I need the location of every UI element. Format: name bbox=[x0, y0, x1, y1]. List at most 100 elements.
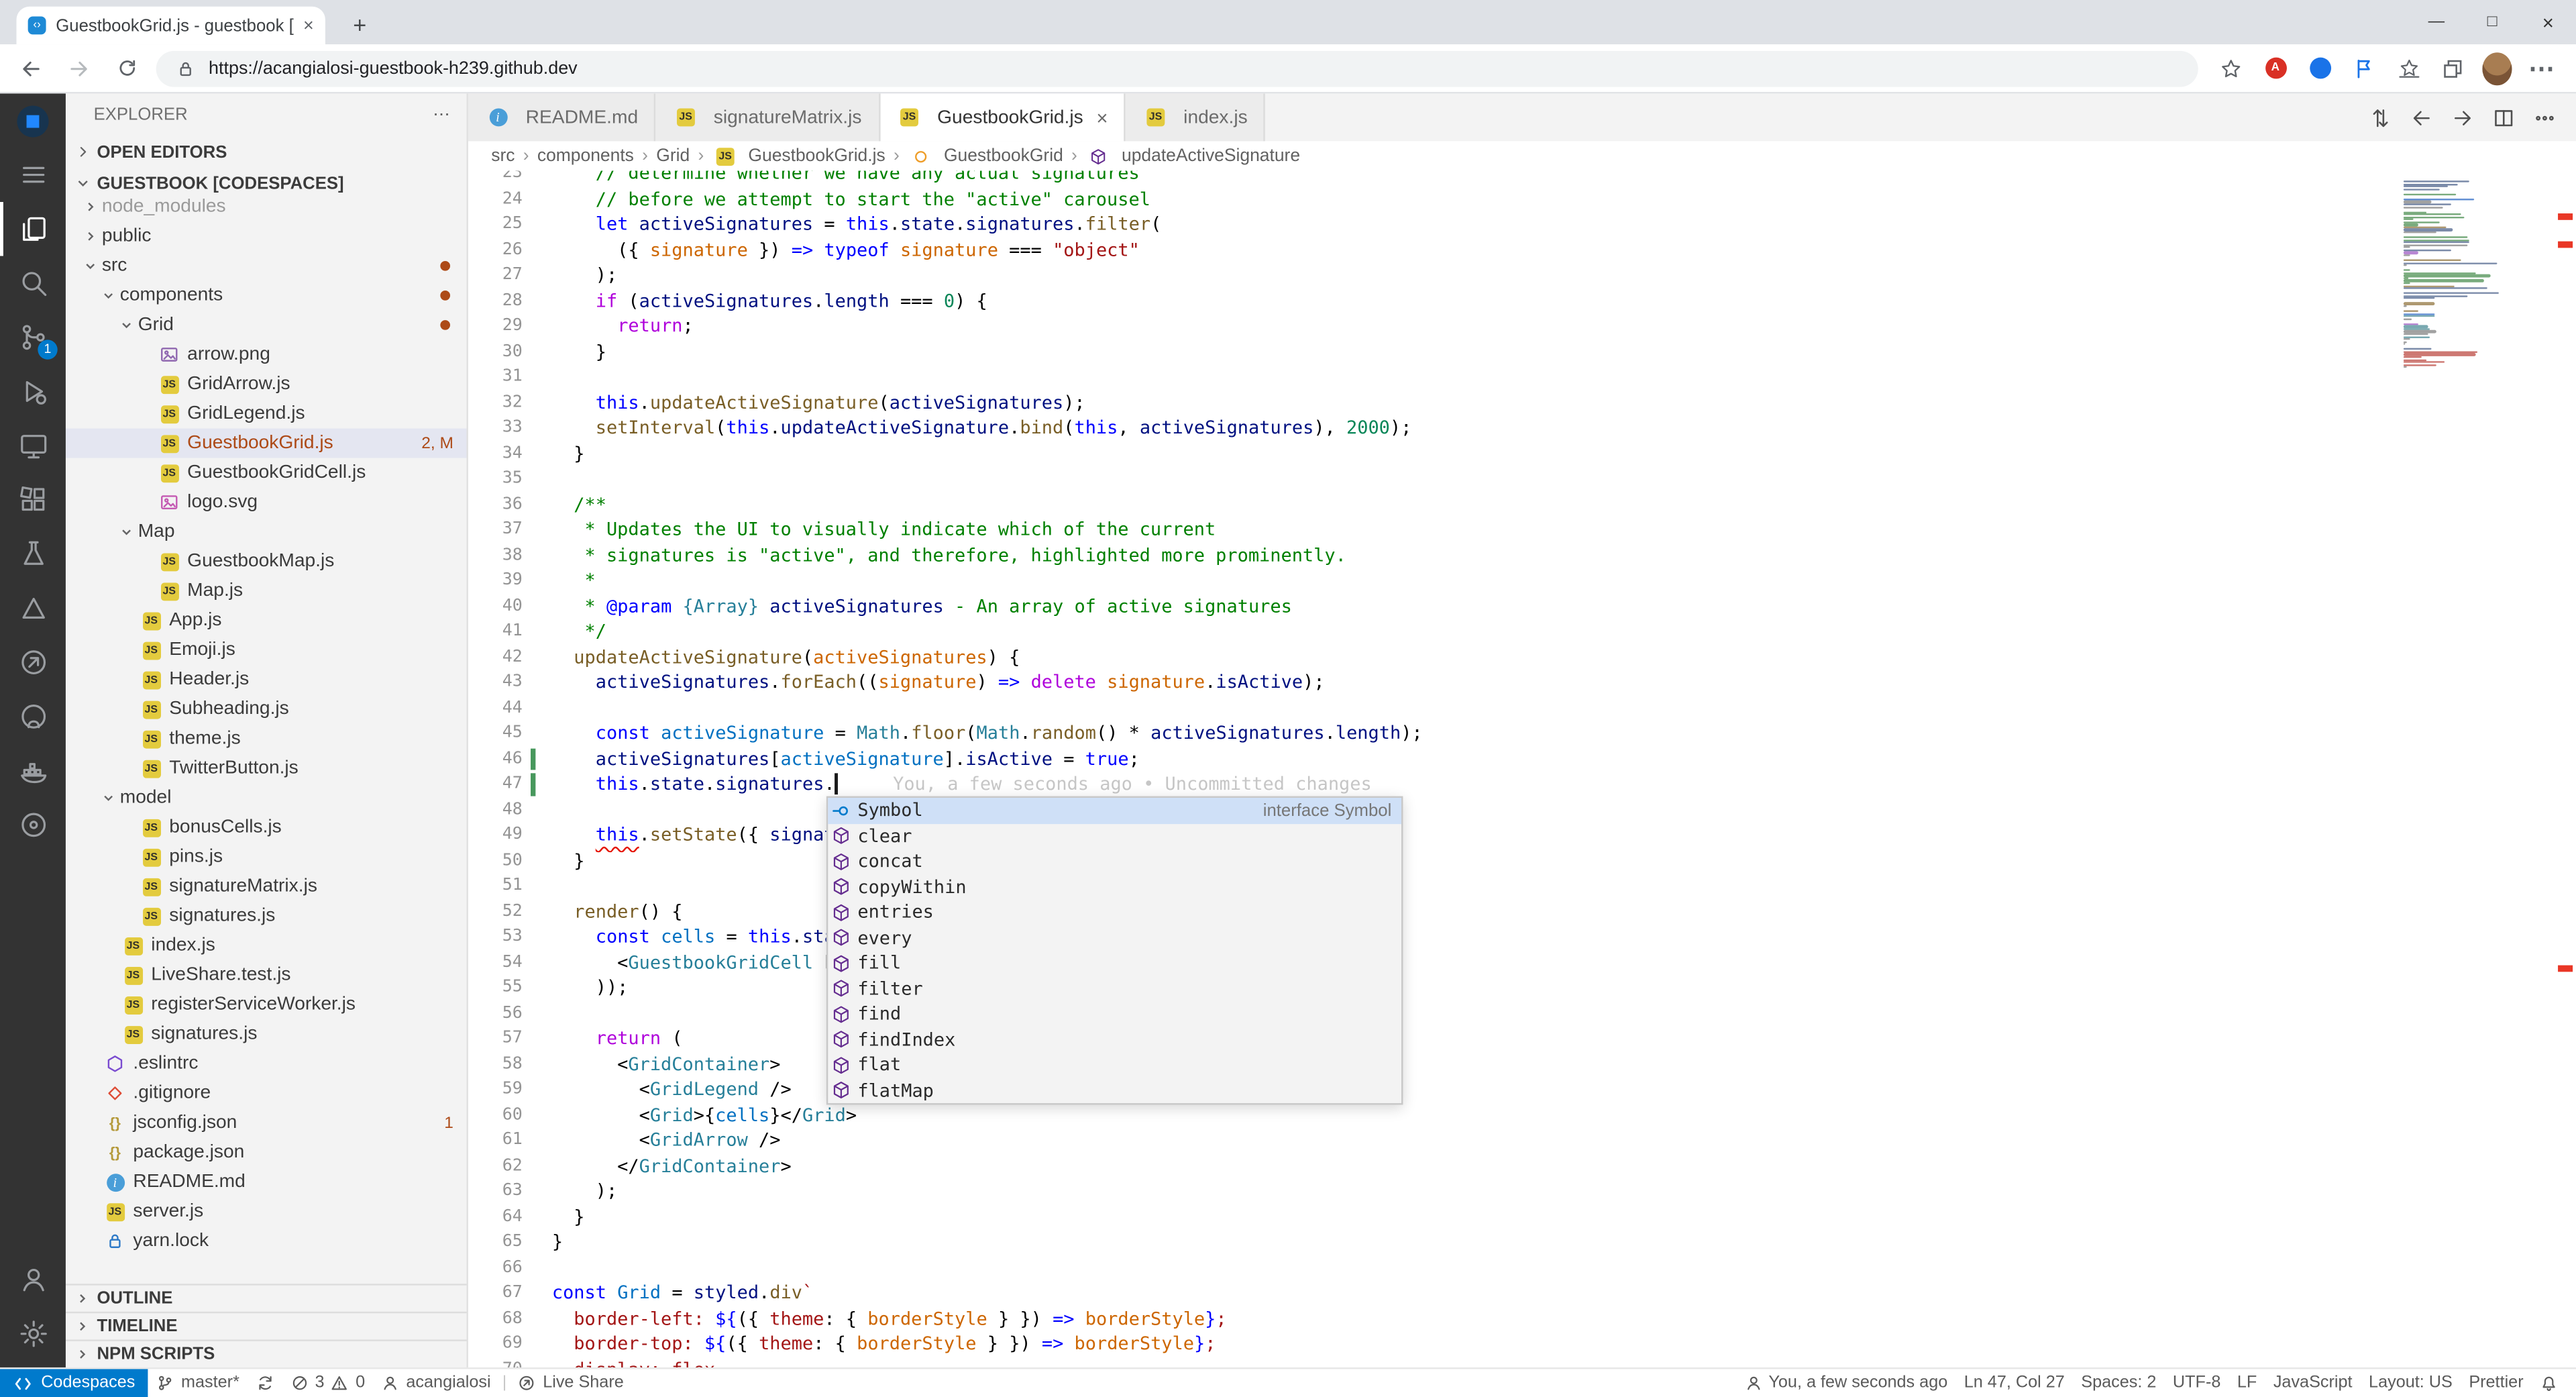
code-line[interactable]: 68 border-left: ${({ theme: { borderStyl… bbox=[468, 1306, 2396, 1331]
code-line[interactable]: 37 * Updates the UI to visually indicate… bbox=[468, 517, 2396, 543]
keyboard-layout[interactable]: Layout: US bbox=[2361, 1369, 2461, 1397]
azure-icon[interactable] bbox=[0, 581, 66, 635]
minimap[interactable] bbox=[2395, 170, 2553, 1367]
suggestion-fill[interactable]: fill bbox=[828, 951, 1401, 976]
suggestion-clear[interactable]: clear bbox=[828, 823, 1401, 849]
code-line[interactable]: 24 // before we attempt to start the "ac… bbox=[468, 187, 2396, 212]
suggestion-concat[interactable]: concat bbox=[828, 849, 1401, 874]
forward-icon[interactable] bbox=[61, 50, 97, 87]
code-line[interactable]: 41 */ bbox=[468, 619, 2396, 644]
ports-icon[interactable] bbox=[0, 798, 66, 852]
workspace-section[interactable]: GUESTBOOK [CODESPACES] bbox=[65, 167, 467, 199]
test-explorer-icon[interactable] bbox=[0, 527, 66, 581]
suggestion-every[interactable]: every bbox=[828, 925, 1401, 951]
new-tab-button[interactable]: + bbox=[341, 8, 378, 41]
code-line[interactable]: 70 display: flex bbox=[468, 1357, 2396, 1367]
tree-item-.eslintrc[interactable]: .eslintrc bbox=[66, 1049, 467, 1078]
code-line[interactable]: 69 border-top: ${({ theme: { borderStyle… bbox=[468, 1331, 2396, 1357]
tab-GuestbookGrid.js[interactable]: JS GuestbookGrid.js × bbox=[879, 93, 1126, 142]
explorer-icon[interactable] bbox=[0, 202, 66, 256]
code-line[interactable]: 67 const Grid = styled.div` bbox=[468, 1280, 2396, 1306]
tree-item-Grid[interactable]: Grid bbox=[66, 310, 467, 340]
tree-item-model[interactable]: model bbox=[66, 783, 467, 813]
code-line[interactable]: 55 )); bbox=[468, 975, 2396, 1000]
code-line[interactable]: 36 /** bbox=[468, 492, 2396, 517]
code-line[interactable]: 57 return ( bbox=[468, 1026, 2396, 1051]
tab-close-icon[interactable]: × bbox=[303, 15, 314, 35]
code-line[interactable]: 46 activeSignatures[activeSignature].isA… bbox=[468, 746, 2396, 772]
breadcrumb-item-src[interactable]: src bbox=[491, 146, 515, 166]
code-line[interactable]: 61 <GridArrow /> bbox=[468, 1128, 2396, 1153]
code-line[interactable]: 54 <GuestbookGridCell k bbox=[468, 949, 2396, 975]
suggestion-findIndex[interactable]: findIndex bbox=[828, 1027, 1401, 1052]
settings-gear-icon[interactable] bbox=[0, 1306, 66, 1361]
code-line[interactable]: 60 <Grid>{cells}</Grid> bbox=[468, 1102, 2396, 1128]
sidebar-section-npm-scripts[interactable]: NPM SCRIPTS bbox=[65, 1339, 467, 1367]
tree-item-src[interactable]: src bbox=[66, 251, 467, 280]
remote-explorer-icon[interactable] bbox=[0, 419, 66, 473]
code-line[interactable]: 28 if (activeSignatures.length === 0) { bbox=[468, 288, 2396, 313]
tree-item-signatures.js[interactable]: JS signatures.js bbox=[66, 1019, 467, 1049]
tree-item-LiveShare.test.js[interactable]: JS LiveShare.test.js bbox=[66, 960, 467, 990]
tree-item-signatureMatrix.js[interactable]: JS signatureMatrix.js bbox=[66, 872, 467, 901]
extensions-icon[interactable] bbox=[0, 473, 66, 527]
tree-item-Map.js[interactable]: JS Map.js bbox=[66, 576, 467, 606]
code-line[interactable]: 48 bbox=[468, 797, 2396, 823]
site-info-lock-icon[interactable] bbox=[176, 58, 195, 78]
code-line[interactable]: 40 * @param {Array} activeSignatures - A… bbox=[468, 593, 2396, 619]
code-line[interactable]: 43 activeSignatures.forEach((signature) … bbox=[468, 670, 2396, 695]
user-status[interactable]: acangialosi bbox=[373, 1369, 498, 1397]
address-bar[interactable]: https://acangialosi-guestbook-h239.githu… bbox=[156, 50, 2198, 87]
tree-item-signatures.js[interactable]: JS signatures.js bbox=[66, 901, 467, 931]
tree-item-pins.js[interactable]: JS pins.js bbox=[66, 842, 467, 872]
browser-menu-icon[interactable]: ⋯ bbox=[2527, 54, 2557, 83]
docker-icon[interactable] bbox=[0, 743, 66, 798]
code-line[interactable]: 52 render() { bbox=[468, 898, 2396, 924]
code-line[interactable]: 51 bbox=[468, 874, 2396, 899]
code-line[interactable]: 34 } bbox=[468, 441, 2396, 466]
profile-avatar[interactable] bbox=[2482, 52, 2512, 85]
vertical-scrollbar[interactable] bbox=[2553, 170, 2576, 1367]
code-line[interactable]: 38 * signatures is "active", and therefo… bbox=[468, 543, 2396, 568]
breadcrumb-item-GuestbookGrid.js[interactable]: JS GuestbookGrid.js bbox=[712, 144, 885, 167]
code-line[interactable]: 30 } bbox=[468, 339, 2396, 364]
run-debug-icon[interactable] bbox=[0, 364, 66, 419]
suggestion-filter[interactable]: filter bbox=[828, 976, 1401, 1001]
codespaces-logo-icon[interactable] bbox=[0, 93, 66, 148]
tree-item-index.js[interactable]: JS index.js bbox=[66, 931, 467, 960]
eol[interactable]: LF bbox=[2229, 1369, 2265, 1397]
tree-item-bonusCells.js[interactable]: JS bonusCells.js bbox=[66, 813, 467, 842]
open-changes-icon[interactable] bbox=[2369, 106, 2392, 129]
code-line[interactable]: 65} bbox=[468, 1229, 2396, 1255]
live-share-icon[interactable] bbox=[0, 635, 66, 690]
favorites-star-icon[interactable] bbox=[2216, 54, 2246, 83]
suggestion-find[interactable]: find bbox=[828, 1001, 1401, 1027]
blue-extension-icon[interactable] bbox=[2305, 54, 2334, 83]
language-mode[interactable]: JavaScript bbox=[2265, 1369, 2361, 1397]
sidebar-section-outline[interactable]: OUTLINE bbox=[65, 1284, 467, 1312]
tree-item-server.js[interactable]: JS server.js bbox=[66, 1197, 467, 1227]
github-icon[interactable] bbox=[0, 690, 66, 744]
breadcrumb-item-GuestbookGrid[interactable]: GuestbookGrid bbox=[908, 144, 1063, 167]
flag-extension-icon[interactable] bbox=[2349, 54, 2379, 83]
code-line[interactable]: 45 const activeSignature = Math.floor(Ma… bbox=[468, 721, 2396, 746]
tree-item-Map[interactable]: Map bbox=[66, 517, 467, 547]
tree-item-Header.js[interactable]: JS Header.js bbox=[66, 665, 467, 694]
code-line[interactable]: 56 bbox=[468, 1000, 2396, 1026]
tree-item-public[interactable]: public bbox=[66, 221, 467, 251]
tree-item-GuestbookGridCell.js[interactable]: JS GuestbookGridCell.js bbox=[66, 458, 467, 488]
suggestion-flat[interactable]: flat bbox=[828, 1052, 1401, 1078]
search-icon[interactable] bbox=[0, 256, 66, 311]
breadcrumb-item-components[interactable]: components bbox=[537, 146, 634, 166]
favorites-bar-icon[interactable] bbox=[2394, 54, 2423, 83]
source-control-icon[interactable]: 1 bbox=[0, 310, 66, 364]
tree-item-components[interactable]: components bbox=[66, 280, 467, 310]
code-line[interactable]: 58 <GridContainer> bbox=[468, 1051, 2396, 1077]
suggestion-Symbol[interactable]: Symbol interface Symbol bbox=[828, 798, 1401, 823]
tree-item-TwitterButton.js[interactable]: JS TwitterButton.js bbox=[66, 754, 467, 783]
tree-item-GridArrow.js[interactable]: JS GridArrow.js bbox=[66, 369, 467, 399]
code-line[interactable]: 47 this.state.signatures. You, a few seco… bbox=[468, 772, 2396, 797]
code-line[interactable]: 35 bbox=[468, 466, 2396, 492]
code-line[interactable]: 63 ); bbox=[468, 1179, 2396, 1204]
sidebar-more-icon[interactable]: ⋯ bbox=[433, 105, 451, 125]
